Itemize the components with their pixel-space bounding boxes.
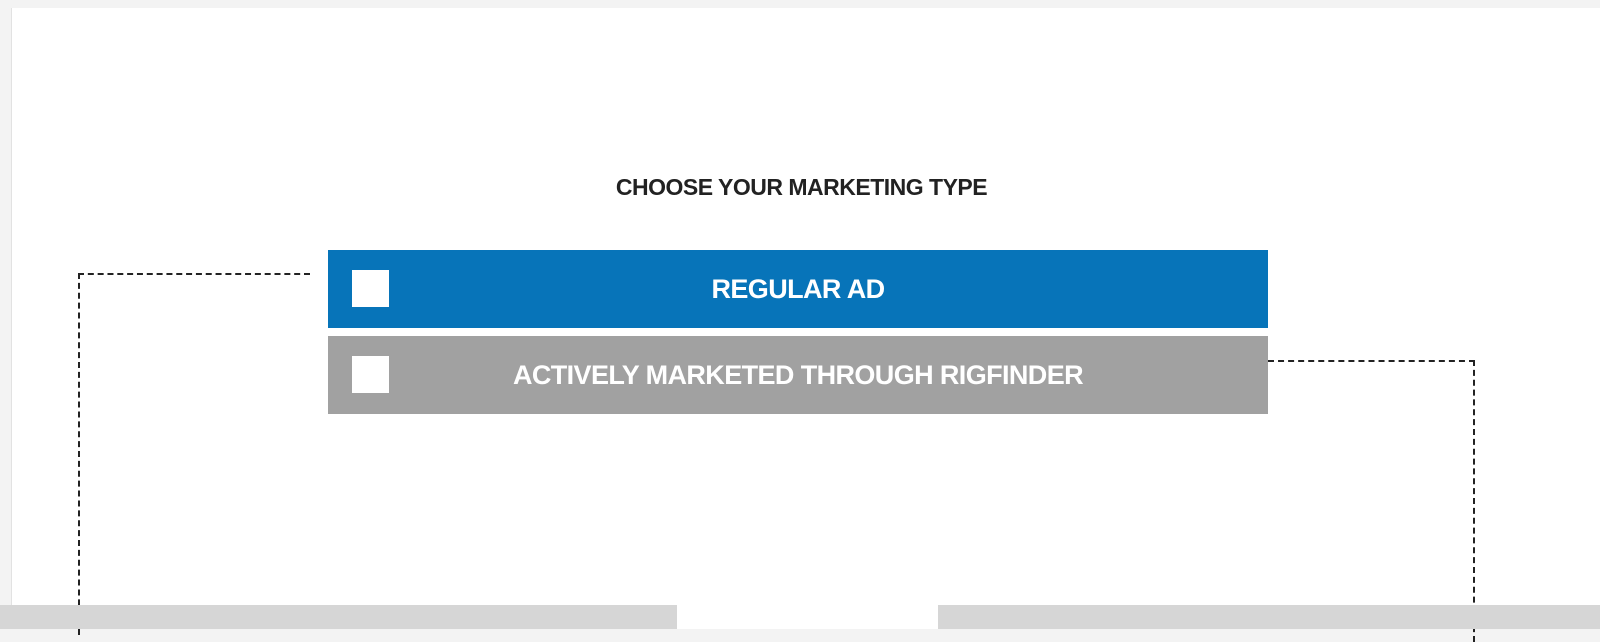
page-title: CHOOSE YOUR MARKETING TYPE: [615, 174, 988, 200]
option-regular-ad[interactable]: REGULAR AD: [328, 250, 1268, 328]
actively-marketed-checkbox[interactable]: [352, 356, 389, 393]
regular-ad-checkbox[interactable]: [352, 270, 389, 307]
option-actively-marketed[interactable]: ACTIVELY MARKETED THROUGH RIGFINDER: [328, 336, 1268, 414]
dashed-connector-left: [78, 273, 310, 635]
regular-ad-label: REGULAR AD: [711, 273, 886, 304]
dashed-connector-right: [1268, 360, 1475, 642]
bottom-panel-right: [938, 605, 1600, 629]
bottom-panel-left: [0, 605, 677, 629]
actively-marketed-label: ACTIVELY MARKETED THROUGH RIGFINDER: [512, 359, 1084, 390]
